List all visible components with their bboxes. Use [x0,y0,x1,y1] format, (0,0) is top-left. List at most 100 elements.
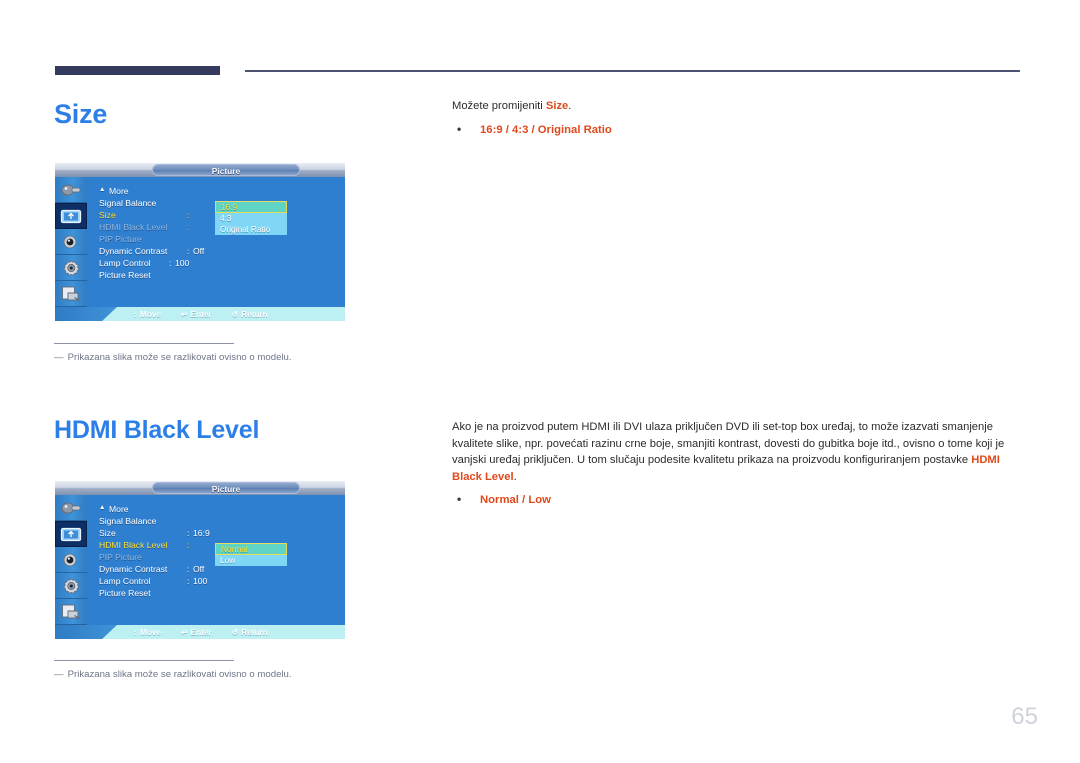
section-title-hdmi-black-level: HDMI Black Level [54,416,260,444]
osd-rail-picture[interactable] [55,521,87,547]
osd-row-lamp-control[interactable]: Lamp Control : 100 [99,257,345,269]
osd-rail-input-source[interactable] [55,177,87,203]
osd-row-dynamic-contrast[interactable]: Dynamic Contrast : Off [99,245,345,257]
multi-control-icon [62,604,80,620]
osd-row-label: Lamp Control [99,576,151,586]
osd-row-value: Off [193,564,205,574]
osd-menu-hdmi-black-level[interactable]: Picture ▲ More Signal Balance Size: 16:… [55,481,345,639]
size-options-list: 16:9 / 4:3 / Original Ratio [452,121,1012,138]
size-intro-paragraph: Možete promijeniti Size. [452,98,1012,115]
list-item: Normal / Low [452,491,1027,508]
osd-row-label: HDMI Black Level [99,222,168,232]
osd-row-label: HDMI Black Level [99,540,168,550]
setup-gear-icon [63,259,80,276]
osd-row-label: More [99,186,187,196]
osd-icon-rail [55,495,87,625]
size-description-block: Možete promijeniti Size. 16:9 / 4:3 / Or… [452,98,1012,138]
size-intro-before: Možete promijeniti [452,100,546,112]
osd-rail-input-source[interactable] [55,495,87,521]
osd-row-signal-balance[interactable]: Signal Balance [99,515,345,527]
osd-row-label: Size [99,528,116,538]
footnote-text: Prikazana slika može se razlikovati ovis… [67,669,292,680]
osd-row-lamp-control[interactable]: Lamp Control : 100 [99,575,345,587]
osd-rail-sound[interactable] [55,229,87,255]
osd-row-picture-reset[interactable]: Picture Reset [99,269,345,281]
osd-footer-bar: ↕ Move ↵ Enter ↺ Return [55,625,345,639]
osd-rail-picture[interactable] [55,203,87,229]
osd-row-colon: : [187,210,190,220]
osd-dropdown-size[interactable]: 16:9 4:3 Original Ratio [215,201,287,235]
osd-row-label: More [99,504,187,514]
footnote-text-line: ― Prikazana slika može se razlikovati ovi… [54,351,384,364]
osd-key-move-label: Move [140,627,161,637]
osd-rail-sound[interactable] [55,547,87,573]
osd-rail-setup[interactable] [55,255,87,281]
osd-row-label: Signal Balance [99,516,157,526]
osd-key-enter[interactable]: ↵ Enter [181,628,212,637]
osd-row-label: PIP Picture [99,552,142,562]
osd-icon-rail [55,177,87,307]
osd-row-more[interactable]: More [99,503,345,515]
list-item: 16:9 / 4:3 / Original Ratio [452,121,1012,138]
osd-menu-list: More Signal Balance Size : 16:9 HDMI Bla… [87,495,345,625]
osd-row-picture-reset[interactable]: Picture Reset [99,587,345,599]
osd-row-size[interactable]: Size : 16:9 [99,527,345,539]
osd-row-label: PIP Picture [99,234,142,244]
osd-row-more[interactable]: More [99,185,345,197]
osd-key-enter[interactable]: ↵ Enter [181,310,212,319]
osd-rail-multi-control[interactable] [55,281,87,307]
osd-dropdown-option[interactable]: Original Ratio [215,224,287,235]
osd-rail-setup[interactable] [55,573,87,599]
osd-dropdown-option[interactable]: 4:3 [215,213,287,224]
osd-dropdown-option-selected[interactable]: 16:9 [215,201,287,213]
osd-key-move[interactable]: ↕ Move [133,310,161,319]
osd-key-return[interactable]: ↺ Return [232,628,268,637]
footnote-rule [54,660,234,661]
footnote-dash: ― [54,669,64,680]
osd-row-value: 100 [193,576,208,586]
header-rule-thin [245,70,1020,72]
input-source-icon [61,184,81,197]
osd-row-label: Lamp Control [99,258,151,268]
osd-title-pill: Picture [152,164,300,176]
osd-rail-multi-control[interactable] [55,599,87,625]
osd-body: More Signal Balance Size : HDMI Black Le… [55,177,345,307]
osd-dropdown-option-selected[interactable]: Normal [215,543,287,555]
enter-key-icon: ↵ [180,309,188,319]
hdmi-paragraph: Ako je na proizvod putem HDMI ili DVI ul… [452,419,1027,485]
hdmi-paragraph-after: . [513,470,517,483]
osd-row-colon: : [187,540,190,550]
footnote-size: ― Prikazana slika može se razlikovati ovi… [54,343,384,364]
osd-menu-size[interactable]: Picture ▲ More Signal Balance Size: HDM… [55,163,345,321]
osd-key-hints: ↕ Move ↵ Enter ↺ Return [133,307,268,321]
hdmi-option-values: Normal / Low [480,494,551,506]
osd-row-value: 16:9 [193,528,210,538]
osd-body: More Signal Balance Size : 16:9 HDMI Bla… [55,495,345,625]
osd-key-hints: ↕ Move ↵ Enter ↺ Return [133,625,268,639]
osd-key-move[interactable]: ↕ Move [133,628,161,637]
osd-key-return[interactable]: ↺ Return [232,310,268,319]
enter-key-icon: ↵ [180,627,188,637]
footnote-hdmi: ― Prikazana slika može se razlikovati ovi… [54,660,384,681]
osd-header-bar: Picture [55,481,345,495]
hdmi-paragraph-before: Ako je na proizvod putem HDMI ili DVI ul… [452,421,1005,466]
osd-dropdown-hdmi-black-level[interactable]: Normal Low [215,543,287,566]
osd-row-label: Dynamic Contrast [99,564,168,574]
osd-key-move-label: Move [140,309,161,319]
multi-control-icon [62,286,80,302]
input-source-icon [61,502,81,515]
osd-row-value: 100 [175,258,190,268]
osd-header-bar: Picture [55,163,345,177]
sound-speaker-icon [63,553,77,566]
footnote-text: Prikazana slika može se razlikovati ovis… [67,352,292,363]
size-intro-after: . [568,100,572,112]
sound-speaker-icon [63,235,77,248]
hdmi-options-list: Normal / Low [452,491,1027,508]
osd-dropdown-option[interactable]: Low [215,555,287,566]
osd-row-label: Picture Reset [99,588,151,598]
osd-key-enter-label: Enter [190,309,212,319]
return-key-icon: ↺ [231,309,239,319]
picture-display-icon [60,527,82,541]
osd-key-enter-label: Enter [190,627,212,637]
footnote-dash: ― [54,352,64,363]
